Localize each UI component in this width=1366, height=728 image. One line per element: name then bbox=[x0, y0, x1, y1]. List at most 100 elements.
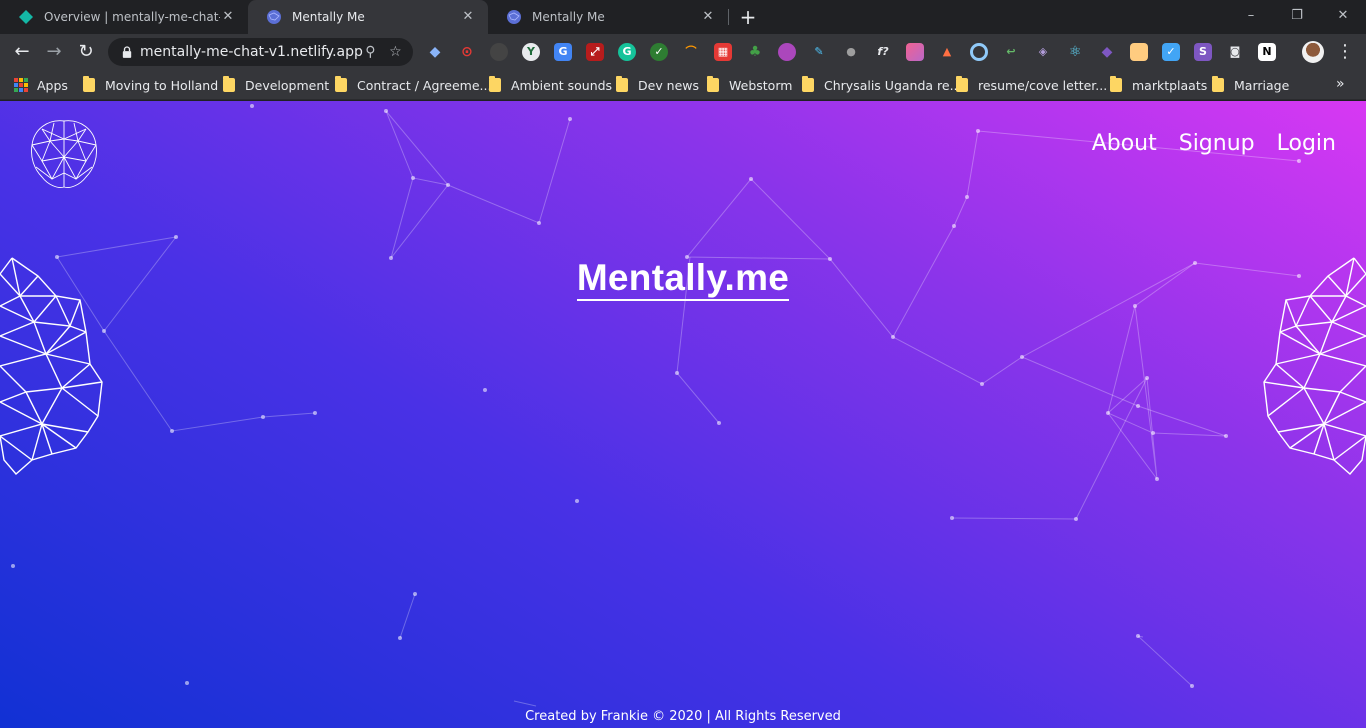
github-extension-icon[interactable] bbox=[490, 43, 508, 61]
nav-about-link[interactable]: About bbox=[1092, 131, 1157, 156]
folder-icon bbox=[489, 76, 501, 92]
tree-extension-icon[interactable]: ♣ bbox=[746, 43, 764, 61]
more-bookmarks-icon[interactable]: » bbox=[1336, 76, 1345, 92]
minimize-button[interactable]: – bbox=[1228, 0, 1274, 30]
bubble-extension-icon[interactable] bbox=[778, 43, 796, 61]
address-bar[interactable]: mentally-me-chat-v1.netlify.app ⚲ ☆ bbox=[108, 38, 413, 66]
tab-title: Mentally Me bbox=[532, 10, 605, 24]
react-extension-icon[interactable]: ⚛ bbox=[1066, 43, 1084, 61]
bookmark-folder[interactable]: Dev news bbox=[616, 76, 699, 94]
tab-title: Overview | mentally-me-chat-v1 bbox=[44, 10, 220, 24]
folder-icon bbox=[707, 76, 719, 92]
apps-grid-icon bbox=[14, 78, 28, 92]
nav-login-link[interactable]: Login bbox=[1277, 131, 1336, 156]
lock-icon bbox=[122, 46, 132, 58]
restore-button[interactable]: ❐ bbox=[1274, 0, 1320, 30]
tab-strip: Overview | mentally-me-chat-v1 ✕ Mentall… bbox=[0, 0, 1366, 34]
brain-logo-icon[interactable] bbox=[28, 117, 100, 191]
zoom-icon[interactable]: ⚲ bbox=[363, 43, 378, 61]
folder-icon bbox=[83, 76, 95, 92]
netlify-diamond-icon bbox=[19, 10, 33, 24]
folder-icon bbox=[802, 76, 814, 92]
translate-extension-icon[interactable]: G bbox=[554, 43, 572, 61]
bookmark-label: Dev news bbox=[638, 77, 700, 93]
nav-signup-link[interactable]: Signup bbox=[1179, 131, 1255, 156]
close-window-button[interactable]: ✕ bbox=[1320, 0, 1366, 30]
bookmark-folder[interactable]: Webstorm bbox=[707, 76, 792, 94]
close-tab-icon[interactable]: ✕ bbox=[220, 9, 236, 25]
check-extension-icon[interactable]: ✓ bbox=[650, 43, 668, 61]
bookmark-apps[interactable]: Apps bbox=[14, 76, 68, 94]
back-button[interactable]: ← bbox=[10, 40, 34, 64]
rainbow-extension-icon[interactable]: ⌒ bbox=[682, 43, 700, 61]
bookmark-label: marktplaats bbox=[1132, 77, 1208, 93]
notion-extension-icon[interactable]: N bbox=[1258, 43, 1276, 61]
bookmark-folder[interactable]: Moving to Holland bbox=[83, 76, 218, 94]
record-extension-icon[interactable]: ⊙ bbox=[458, 43, 476, 61]
bookmark-star-icon[interactable]: ☆ bbox=[388, 43, 403, 61]
tab-title: Mentally Me bbox=[292, 10, 365, 24]
rocket-extension-icon[interactable]: ▲ bbox=[938, 43, 956, 61]
particle-network-background bbox=[11, 104, 1301, 707]
cube-extension-icon[interactable]: ◆ bbox=[1098, 43, 1116, 61]
bookmark-folder[interactable]: marktplaats bbox=[1110, 76, 1207, 94]
profile-avatar[interactable] bbox=[1302, 41, 1324, 63]
site-nav: About Signup Login bbox=[1092, 131, 1336, 156]
gradient-extension-icon[interactable] bbox=[906, 43, 924, 61]
bookmark-folder[interactable]: Development bbox=[223, 76, 329, 94]
bookmark-folder[interactable]: Chrysalis Uganda re... bbox=[802, 76, 962, 94]
grammarly-extension-icon[interactable]: G bbox=[618, 43, 636, 61]
tab-netlify-overview[interactable]: Overview | mentally-me-chat-v1 ✕ bbox=[0, 0, 248, 34]
hero-title-wrapper: Mentally.me bbox=[0, 257, 1366, 301]
browser-toolbar: ← → ↻ mentally-me-chat-v1.netlify.app ⚲ … bbox=[0, 34, 1366, 70]
face-extension-icon[interactable] bbox=[1130, 43, 1148, 61]
close-tab-icon[interactable]: ✕ bbox=[460, 9, 476, 25]
reload-button[interactable]: ↻ bbox=[74, 40, 98, 64]
formula-extension-icon[interactable]: f? bbox=[874, 43, 892, 61]
close-tab-icon[interactable]: ✕ bbox=[700, 9, 716, 25]
page-content: About Signup Login Mentally.me Created b… bbox=[0, 101, 1366, 728]
folder-icon bbox=[1212, 76, 1224, 92]
camera-extension-icon[interactable]: ◙ bbox=[1226, 43, 1244, 61]
arrow-extension-icon[interactable]: ↩ bbox=[1002, 43, 1020, 61]
tab-mentally-me-active[interactable]: Mentally Me ✕ bbox=[248, 0, 488, 34]
brain-globe-icon bbox=[267, 10, 281, 24]
bookmark-label: resume/cove letter... bbox=[978, 77, 1108, 93]
folder-icon bbox=[223, 76, 235, 92]
bookmark-label: Moving to Holland bbox=[105, 77, 219, 93]
cat-extension-icon[interactable]: ◈ bbox=[1034, 43, 1052, 61]
bookmark-label: Ambient sounds bbox=[511, 77, 613, 93]
bookmark-label: Marriage bbox=[1234, 77, 1290, 93]
bookmark-label: Contract / Agreeme... bbox=[357, 77, 492, 93]
bookmark-label: Development bbox=[245, 77, 330, 93]
hero-title[interactable]: Mentally.me bbox=[576, 257, 790, 301]
forward-button[interactable]: → bbox=[42, 40, 66, 64]
pen-extension-icon[interactable]: ✎ bbox=[810, 43, 828, 61]
bookmark-folder[interactable]: Contract / Agreeme... bbox=[335, 76, 491, 94]
page-footer: Created by Frankie © 2020 | All Rights R… bbox=[525, 709, 841, 724]
new-tab-button[interactable]: + bbox=[738, 7, 758, 27]
folder-icon bbox=[335, 76, 347, 92]
calendar-extension-icon[interactable]: ▦ bbox=[714, 43, 732, 61]
mouse-extension-icon[interactable]: ● bbox=[842, 43, 860, 61]
folder-icon bbox=[1110, 76, 1122, 92]
tab-divider bbox=[728, 9, 729, 25]
tasks-extension-icon[interactable]: ✓ bbox=[1162, 43, 1180, 61]
bookmark-label: Chrysalis Uganda re... bbox=[824, 77, 962, 93]
bookmark-folder[interactable]: Marriage bbox=[1212, 76, 1289, 94]
bookmark-folder[interactable]: resume/cove letter... bbox=[956, 76, 1107, 94]
bookmark-label: Webstorm bbox=[729, 77, 793, 93]
s-extension-icon[interactable]: S bbox=[1194, 43, 1212, 61]
tab-mentally-me[interactable]: Mentally Me ✕ bbox=[488, 0, 728, 34]
url-text: mentally-me-chat-v1.netlify.app bbox=[140, 44, 363, 60]
bookmark-label: Apps bbox=[37, 77, 68, 93]
pdf-extension-icon[interactable]: ⤢ bbox=[586, 43, 604, 61]
brain-globe-icon bbox=[507, 10, 521, 24]
diamond-extension-icon[interactable]: ◆ bbox=[426, 43, 444, 61]
folder-icon bbox=[956, 76, 968, 92]
bookmarks-bar: Apps Moving to Holland Development Contr… bbox=[0, 70, 1366, 100]
ring-extension-icon[interactable] bbox=[970, 43, 988, 61]
chrome-menu-icon[interactable]: ⋮ bbox=[1336, 40, 1354, 64]
yoroi-extension-icon[interactable]: Y bbox=[522, 43, 540, 61]
bookmark-folder[interactable]: Ambient sounds bbox=[489, 76, 612, 94]
